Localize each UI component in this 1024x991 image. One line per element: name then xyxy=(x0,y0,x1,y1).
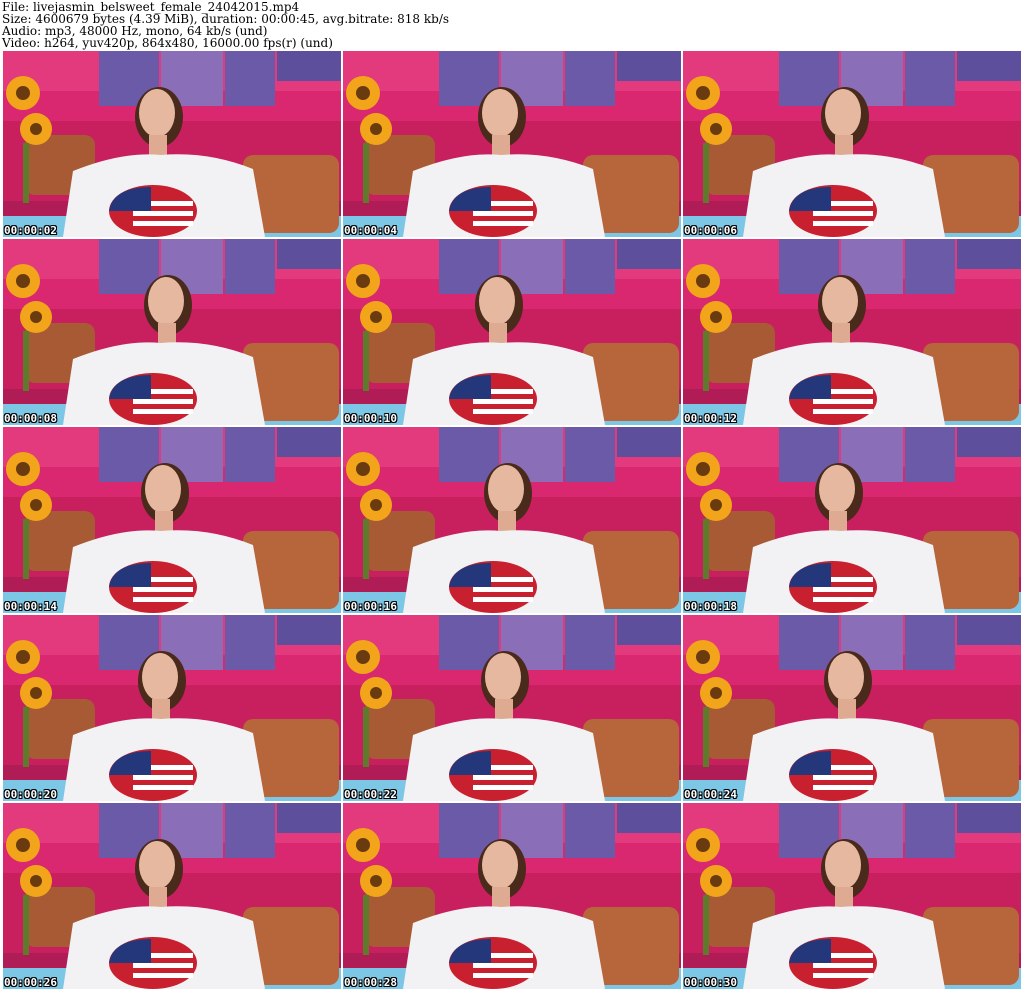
video-frame xyxy=(3,51,341,237)
video-thumbnail: 00:00:02 xyxy=(3,51,341,237)
video-thumbnail: 00:00:20 xyxy=(3,615,341,801)
video-thumbnail: 00:00:06 xyxy=(683,51,1021,237)
video-frame xyxy=(3,615,341,801)
video-thumbnail: 00:00:16 xyxy=(343,427,681,613)
video-thumbnail: 00:00:24 xyxy=(683,615,1021,801)
video-frame xyxy=(3,427,341,613)
thumbnail-timestamp: 00:00:20 xyxy=(4,788,57,801)
video-frame xyxy=(343,615,681,801)
thumbnail-timestamp: 00:00:10 xyxy=(344,412,397,425)
thumbnail-timestamp: 00:00:30 xyxy=(684,976,737,989)
video-frame xyxy=(3,803,341,989)
thumbnail-grid: 00:00:02 00:00:04 00:00:06 00:00:08 00:0… xyxy=(3,51,1023,991)
thumbnail-timestamp: 00:00:04 xyxy=(344,224,397,237)
video-frame xyxy=(683,239,1021,425)
video-frame xyxy=(343,803,681,989)
thumbnail-timestamp: 00:00:16 xyxy=(344,600,397,613)
video-frame xyxy=(343,427,681,613)
video-frame xyxy=(683,615,1021,801)
video-thumbnail: 00:00:22 xyxy=(343,615,681,801)
video-frame xyxy=(343,239,681,425)
video-frame xyxy=(343,51,681,237)
thumbnail-timestamp: 00:00:24 xyxy=(684,788,737,801)
video-thumbnail: 00:00:04 xyxy=(343,51,681,237)
video-thumbnail: 00:00:26 xyxy=(3,803,341,989)
video-info-line: Video: h264, yuv420p, 864x480, 16000.00 … xyxy=(2,36,333,50)
file-info-header: File: livejasmin_belsweet_female_2404201… xyxy=(0,0,1024,50)
video-thumbnail: 00:00:18 xyxy=(683,427,1021,613)
thumbnail-timestamp: 00:00:08 xyxy=(4,412,57,425)
thumbnail-timestamp: 00:00:22 xyxy=(344,788,397,801)
video-thumbnail: 00:00:28 xyxy=(343,803,681,989)
video-frame xyxy=(683,803,1021,989)
thumbnail-timestamp: 00:00:06 xyxy=(684,224,737,237)
thumbnail-timestamp: 00:00:28 xyxy=(344,976,397,989)
video-frame xyxy=(683,51,1021,237)
video-frame xyxy=(683,427,1021,613)
video-thumbnail: 00:00:30 xyxy=(683,803,1021,989)
thumbnail-timestamp: 00:00:14 xyxy=(4,600,57,613)
thumbnail-timestamp: 00:00:12 xyxy=(684,412,737,425)
video-thumbnail: 00:00:08 xyxy=(3,239,341,425)
video-thumbnail: 00:00:14 xyxy=(3,427,341,613)
thumbnail-timestamp: 00:00:26 xyxy=(4,976,57,989)
video-thumbnail: 00:00:12 xyxy=(683,239,1021,425)
video-thumbnail: 00:00:10 xyxy=(343,239,681,425)
thumbnail-timestamp: 00:00:02 xyxy=(4,224,57,237)
thumbnail-timestamp: 00:00:18 xyxy=(684,600,737,613)
video-frame xyxy=(3,239,341,425)
